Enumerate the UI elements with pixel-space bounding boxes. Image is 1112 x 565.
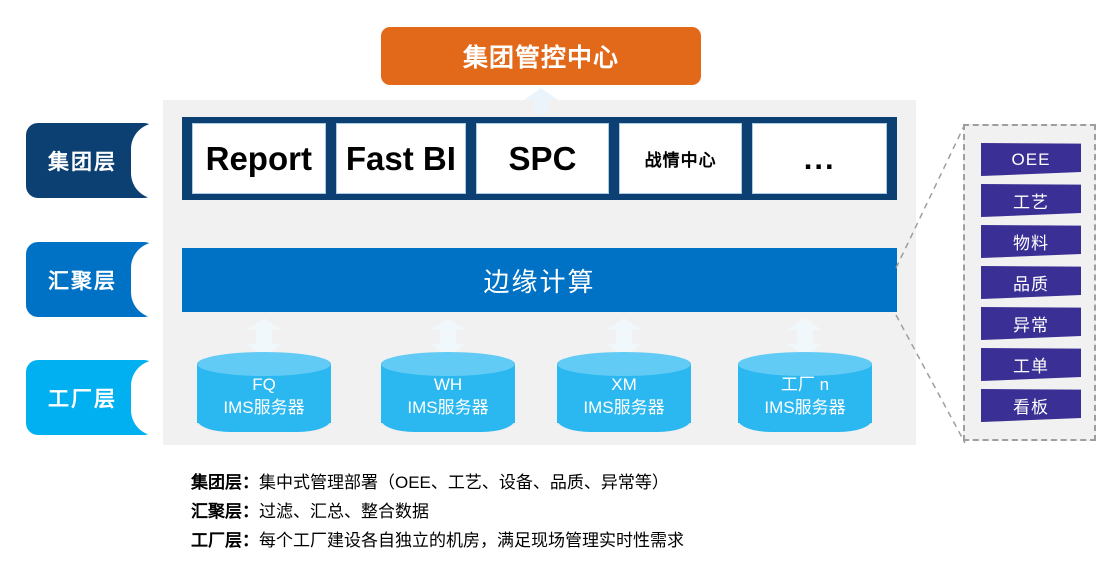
app-box-fast-bi-label: Fast BI xyxy=(345,139,456,177)
server-cylinder-xm[interactable]: XM IMS服务器 xyxy=(557,352,691,434)
legend-row-factory: 工厂层：每个工厂建设各自独立的机房，满足现场管理实时性需求 xyxy=(191,526,951,555)
server-role-label: IMS服务器 xyxy=(764,398,846,417)
tab-notch xyxy=(131,122,157,199)
legend-key-aggregate: 汇聚层： xyxy=(191,502,259,521)
module-chip-quality-label: 品质 xyxy=(1013,275,1049,294)
callout-connector-lines xyxy=(895,123,966,444)
layer-tab-group-label: 集团层 xyxy=(48,150,117,174)
legend-value-aggregate: 过滤、汇总、整合数据 xyxy=(259,502,429,521)
module-chip-craft[interactable]: 工艺 xyxy=(981,184,1081,217)
server-cylinder-xm-text: XM IMS服务器 xyxy=(557,366,691,426)
layer-tab-aggregate[interactable]: 汇聚层 xyxy=(26,241,157,318)
layer-tab-group[interactable]: 集团层 xyxy=(26,122,157,199)
app-box-war-room-label: 战情中心 xyxy=(644,151,717,170)
module-chip-dashboard[interactable]: 看板 xyxy=(981,389,1081,422)
legend-value-factory: 每个工厂建设各自独立的机房，满足现场管理实时性需求 xyxy=(259,531,684,550)
module-chip-material-label: 物料 xyxy=(1013,234,1049,253)
arrow-updown-icon-wh xyxy=(431,318,465,356)
server-cylinder-wh[interactable]: WH IMS服务器 xyxy=(381,352,515,434)
server-cylinder-factory-n-text: 工厂 n IMS服务器 xyxy=(738,366,872,426)
server-site-label: FQ xyxy=(252,375,276,394)
app-box-spc[interactable]: SPC xyxy=(476,123,609,194)
server-role-label: IMS服务器 xyxy=(583,398,665,417)
app-box-report-label: Report xyxy=(205,139,312,177)
server-site-label: XM xyxy=(611,375,637,394)
server-cylinder-factory-n[interactable]: 工厂 n IMS服务器 xyxy=(738,352,872,434)
layer-tab-aggregate-label: 汇聚层 xyxy=(48,269,117,293)
module-chip-material[interactable]: 物料 xyxy=(981,225,1081,258)
server-role-label: IMS服务器 xyxy=(223,398,305,417)
layer-tab-factory-label: 工厂层 xyxy=(48,387,117,411)
group-control-center-label: 集团管控中心 xyxy=(462,44,619,72)
app-box-fast-bi[interactable]: Fast BI xyxy=(335,123,467,194)
app-box-report[interactable]: Report xyxy=(192,123,326,194)
arrow-updown-icon-fn xyxy=(788,318,822,356)
diagram-canvas: 集团管控中心 集团层 汇聚层 工厂层 Report Fast BI SPC 战情… xyxy=(0,0,1112,565)
module-chip-workorder[interactable]: 工单 xyxy=(981,348,1081,381)
group-control-center-box[interactable]: 集团管控中心 xyxy=(381,27,701,85)
app-box-more-label: ... xyxy=(803,140,836,176)
module-callout-panel: OEE 工艺 物料 品质 异常 工单 看板 xyxy=(963,124,1096,441)
module-chip-dashboard-label: 看板 xyxy=(1013,398,1049,417)
legend-row-aggregate: 汇聚层：过滤、汇总、整合数据 xyxy=(191,497,951,526)
server-cylinder-fq[interactable]: FQ IMS服务器 xyxy=(197,352,331,434)
layer-tab-factory[interactable]: 工厂层 xyxy=(26,359,157,436)
application-bar: Report Fast BI SPC 战情中心 ... xyxy=(182,117,897,200)
edge-computing-label: 边缘计算 xyxy=(483,266,596,297)
server-site-label: 工厂 n xyxy=(780,375,830,394)
module-chip-oee-label: OEE xyxy=(1011,149,1051,169)
legend: 集团层：集中式管理部署（OEE、工艺、设备、品质、异常等） 汇聚层：过滤、汇总、… xyxy=(191,468,951,555)
arrow-updown-icon-xm xyxy=(607,318,641,356)
module-chip-quality[interactable]: 品质 xyxy=(981,266,1081,299)
legend-row-group: 集团层：集中式管理部署（OEE、工艺、设备、品质、异常等） xyxy=(191,468,951,497)
tab-notch xyxy=(131,241,157,318)
server-cylinder-wh-text: WH IMS服务器 xyxy=(381,366,515,426)
legend-key-group: 集团层： xyxy=(191,473,259,492)
server-site-label: WH xyxy=(433,375,463,394)
app-box-war-room[interactable]: 战情中心 xyxy=(618,123,743,194)
module-chip-oee[interactable]: OEE xyxy=(981,143,1081,176)
app-box-spc-label: SPC xyxy=(508,139,577,177)
server-cylinder-fq-text: FQ IMS服务器 xyxy=(197,366,331,426)
edge-computing-bar[interactable]: 边缘计算 xyxy=(182,248,897,312)
module-chip-craft-label: 工艺 xyxy=(1013,193,1049,212)
module-chip-abnormal[interactable]: 异常 xyxy=(981,307,1081,340)
server-role-label: IMS服务器 xyxy=(407,398,489,417)
legend-value-group: 集中式管理部署（OEE、工艺、设备、品质、异常等） xyxy=(259,473,669,492)
app-box-more[interactable]: ... xyxy=(752,123,887,194)
arrow-updown-icon-fq xyxy=(247,318,281,356)
arrow-up-icon-center xyxy=(524,88,558,114)
tab-notch xyxy=(131,359,157,436)
module-chip-abnormal-label: 异常 xyxy=(1013,316,1049,335)
legend-key-factory: 工厂层： xyxy=(191,531,259,550)
module-chip-workorder-label: 工单 xyxy=(1013,357,1049,376)
